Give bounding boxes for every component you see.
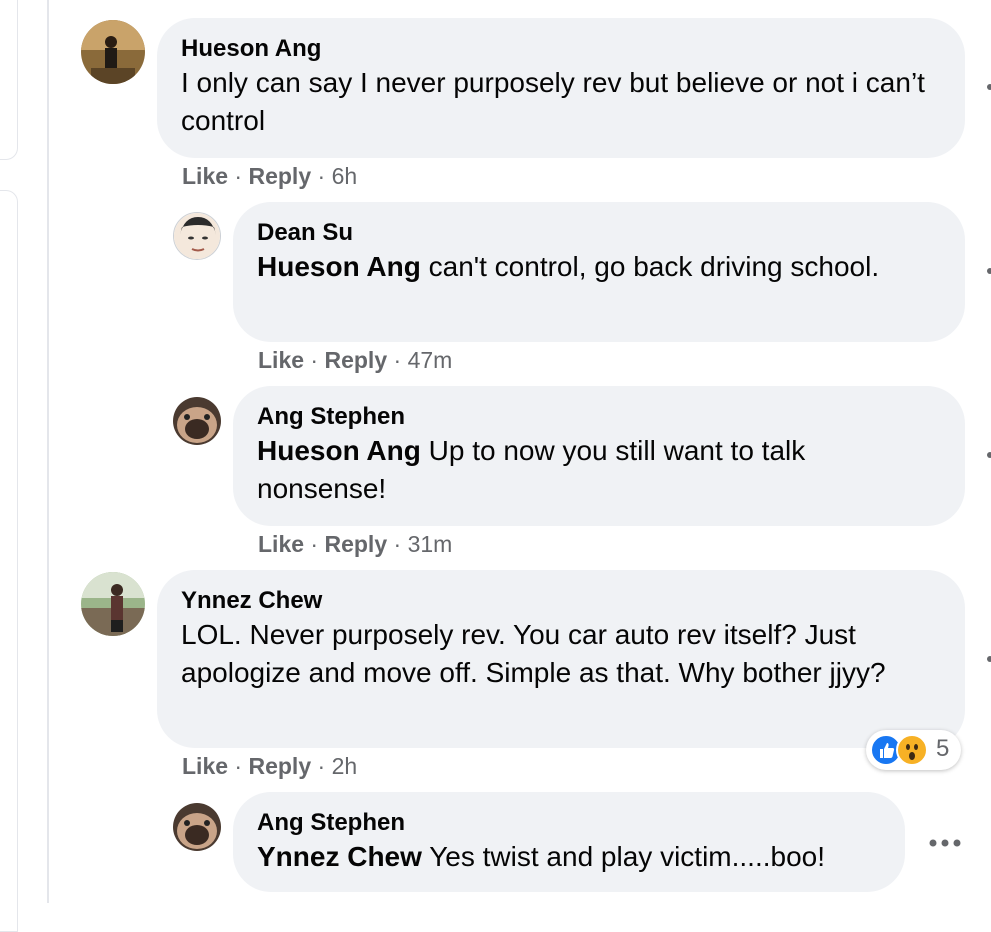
avatar-ang-stephen[interactable] bbox=[173, 803, 221, 851]
left-panel-card-bottom bbox=[0, 190, 18, 932]
more-dot[interactable] bbox=[987, 268, 991, 274]
pug-face-avatar-icon bbox=[173, 803, 221, 851]
reaction-count: 5 bbox=[936, 735, 950, 762]
mention-link[interactable]: Ynnez Chew bbox=[257, 841, 422, 872]
comment-bubble: Hueson Ang I only can say I never purpos… bbox=[157, 18, 965, 158]
timestamp[interactable]: 6h bbox=[332, 163, 358, 189]
comment-text: Ynnez Chew Yes twist and play victim....… bbox=[257, 841, 826, 872]
timestamp[interactable]: 31m bbox=[408, 531, 453, 557]
comment-author[interactable]: Hueson Ang bbox=[181, 34, 941, 64]
timestamp[interactable]: 47m bbox=[408, 347, 453, 373]
left-panel-card-top bbox=[0, 0, 18, 160]
avatar-ang-stephen[interactable] bbox=[173, 397, 221, 445]
comment-bubble: Dean Su Hueson Ang can't control, go bac… bbox=[233, 202, 965, 342]
reply-link[interactable]: Reply bbox=[248, 163, 311, 189]
comment-bubble: Ang Stephen Hueson Ang Up to now you sti… bbox=[233, 386, 965, 526]
reply-link[interactable]: Reply bbox=[248, 753, 311, 779]
comment-text: I only can say I never purposely rev but… bbox=[181, 67, 925, 136]
avatar-ynnez-chew[interactable] bbox=[81, 572, 145, 636]
mention-link[interactable]: Hueson Ang bbox=[257, 251, 421, 282]
comment-author[interactable]: Ang Stephen bbox=[257, 808, 881, 838]
comment-bubble: Ang Stephen Ynnez Chew Yes twist and pla… bbox=[233, 792, 905, 892]
like-link[interactable]: Like bbox=[182, 753, 228, 779]
person-outdoor-avatar-icon bbox=[81, 572, 145, 636]
avatar-dean-su[interactable] bbox=[173, 212, 221, 260]
avatar-hueson-ang[interactable] bbox=[81, 20, 145, 84]
comment-author[interactable]: Ynnez Chew bbox=[181, 586, 941, 616]
comment-text: Hueson Ang Up to now you still want to t… bbox=[257, 435, 806, 504]
comment-author[interactable]: Dean Su bbox=[257, 218, 941, 248]
person-photo-avatar-icon bbox=[81, 20, 145, 84]
pug-face-avatar-icon bbox=[173, 397, 221, 445]
comment-actions: Like · Reply · 2h bbox=[182, 753, 358, 779]
like-link[interactable]: Like bbox=[258, 347, 304, 373]
more-dot[interactable] bbox=[987, 656, 991, 662]
like-link[interactable]: Like bbox=[182, 163, 228, 189]
more-dot[interactable] bbox=[987, 452, 991, 458]
timestamp[interactable]: 2h bbox=[332, 753, 358, 779]
comment-actions: Like · Reply · 31m bbox=[258, 531, 453, 557]
wow-reaction-icon bbox=[896, 734, 928, 766]
thread-line bbox=[47, 0, 49, 903]
comment-text: LOL. Never purposely rev. You car auto r… bbox=[181, 619, 886, 688]
comment-author[interactable]: Ang Stephen bbox=[257, 402, 941, 432]
comment-text: Hueson Ang can't control, go back drivin… bbox=[257, 251, 880, 282]
like-link[interactable]: Like bbox=[258, 531, 304, 557]
comment-actions: Like · Reply · 47m bbox=[258, 347, 453, 373]
drawn-face-avatar-icon bbox=[174, 213, 220, 259]
reply-link[interactable]: Reply bbox=[324, 531, 387, 557]
more-options-icon[interactable] bbox=[928, 836, 962, 848]
reactions-summary[interactable]: 5 bbox=[866, 730, 961, 770]
comment-bubble: Ynnez Chew LOL. Never purposely rev. You… bbox=[157, 570, 965, 748]
more-dot[interactable] bbox=[987, 84, 991, 90]
comment-actions: Like · Reply · 6h bbox=[182, 163, 358, 189]
mention-link[interactable]: Hueson Ang bbox=[257, 435, 421, 466]
reply-link[interactable]: Reply bbox=[324, 347, 387, 373]
